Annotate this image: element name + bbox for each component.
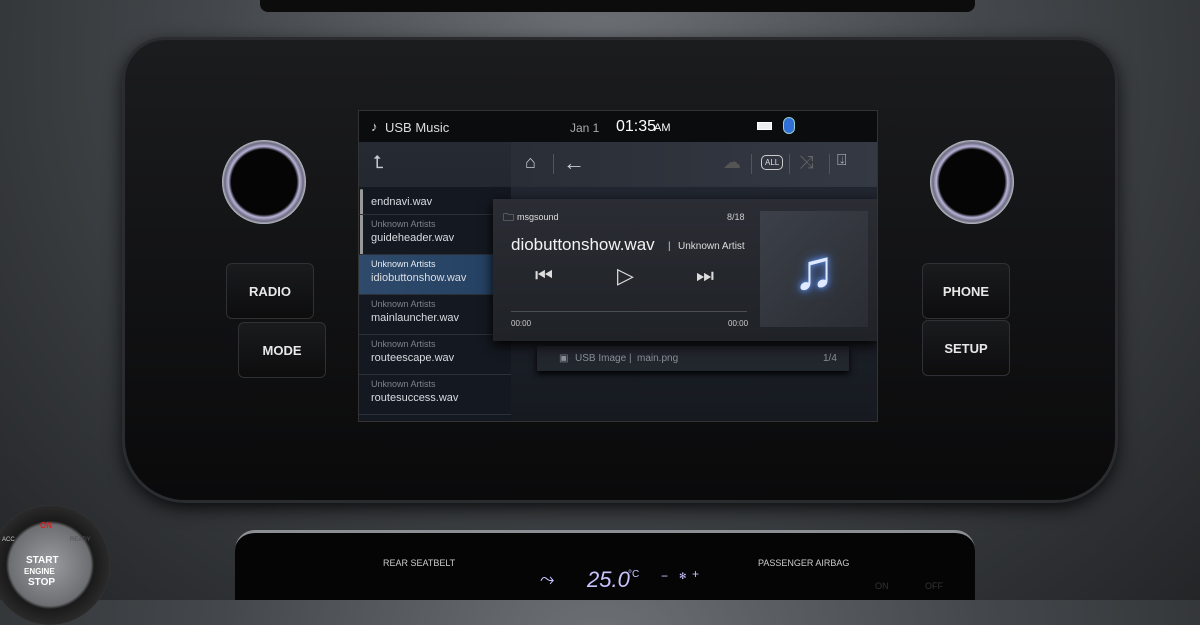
home-icon[interactable]: ⌂	[525, 152, 536, 173]
setup-button[interactable]: SETUP	[922, 320, 1010, 376]
shuffle-icon[interactable]: ⤨	[799, 152, 813, 173]
elapsed-time: 00:00	[511, 319, 532, 328]
list-item[interactable]: Unknown Artists mainlauncher.wav	[359, 295, 511, 335]
now-playing-card: 🗀 msgsound 8/18 diobuttonshow.wav | Unkn…	[493, 199, 877, 341]
image-bar[interactable]: ▣ USB Image | main.png 1/4	[537, 346, 849, 371]
separator: |	[629, 353, 632, 364]
artist-name: Unknown Artists	[371, 219, 436, 229]
file-name: guideheader.wav	[371, 232, 455, 244]
acc-indicator: ACC	[2, 537, 15, 543]
track-title: diobuttonshow.wav	[511, 235, 655, 254]
repeat-all-icon[interactable]: ALL	[761, 155, 784, 170]
track-index: 8/18	[727, 212, 745, 222]
volume-knob[interactable]	[222, 140, 306, 224]
divider	[553, 154, 554, 174]
date: Jan 1	[570, 121, 600, 135]
engine-start-stop-button[interactable]: ON ACC READY START ENGINE STOP	[0, 505, 110, 625]
play-button[interactable]: ▷	[617, 263, 634, 289]
file-name: idiobuttonshow.wav	[371, 272, 467, 284]
bluetooth-audio-icon	[783, 117, 795, 134]
rear-seatbelt-label: REAR SEATBELT	[383, 558, 456, 568]
temperature-unit: °C	[628, 569, 640, 580]
engine-label: ENGINE	[24, 567, 55, 576]
toolbar: ⌂ ← ☁ ALL ⤨ ⍗	[511, 142, 877, 187]
image-icon: ▣	[559, 353, 569, 364]
artist-name: Unknown Artists	[371, 299, 436, 309]
temperature-readout: 25.0	[587, 567, 630, 592]
previous-track-button[interactable]: ⏮	[535, 265, 553, 288]
climate-panel: REAR SEATBELT PASSENGER AIRBAG ⤳ 25.0 °C…	[235, 530, 975, 600]
airbag-off-label: OFF	[925, 581, 943, 591]
air-vent	[260, 0, 975, 12]
fan-icon: ✻	[679, 571, 687, 581]
list-item[interactable]: Unknown Artists routesuccess.wav	[359, 375, 511, 415]
artist-name: Unknown Artists	[371, 379, 436, 389]
divider	[789, 154, 790, 174]
list-item[interactable]: Unknown Artists guideheader.wav	[359, 215, 511, 255]
radio-button[interactable]: RADIO	[226, 263, 314, 319]
image-source-label: USB Image	[575, 353, 627, 364]
passenger-airbag-label: PASSENGER AIRBAG	[758, 558, 850, 568]
track-artist: Unknown Artist	[678, 241, 745, 252]
file-name: routeescape.wav	[371, 352, 455, 364]
file-name: mainlauncher.wav	[371, 312, 460, 324]
divider	[829, 154, 830, 174]
playlist-panel: ⮤ endnavi.wav Unknown Artists guideheader…	[359, 142, 511, 421]
artist-name: Unknown Artists	[371, 259, 436, 269]
music-note-icon: ♪	[371, 119, 378, 134]
phone-button[interactable]: PHONE	[922, 263, 1010, 319]
start-label: START	[26, 555, 59, 566]
on-indicator: ON	[40, 521, 52, 530]
file-name: endnavi.wav	[371, 196, 433, 208]
battery-icon	[757, 122, 772, 130]
duration-time: 00:00	[728, 319, 749, 328]
stop-label: STOP	[28, 577, 56, 588]
folder-icon: 🗀	[503, 212, 514, 224]
clock: 01:35	[616, 118, 657, 135]
album-art-music-note-icon: ♫	[760, 211, 868, 327]
infotainment-screen: ♪ USB Music Jan 1 01:35 AM ⮤ endnavi.wav…	[358, 110, 878, 422]
tune-knob[interactable]	[930, 140, 1014, 224]
progress-bar[interactable]	[511, 311, 747, 312]
melon-cloud-icon[interactable]: ☁	[723, 152, 741, 173]
mode-button[interactable]: MODE	[238, 322, 326, 378]
artist-name: Unknown Artists	[371, 339, 436, 349]
ready-indicator: READY	[70, 537, 91, 543]
folder-up-icon[interactable]: ⮤	[373, 152, 384, 173]
fan-minus: −	[661, 569, 669, 583]
list-item[interactable]: Unknown Artists routeescape.wav	[359, 335, 511, 375]
download-music-icon[interactable]: ⍗	[837, 152, 847, 170]
image-index: 1/4	[823, 353, 837, 364]
list-item[interactable]: endnavi.wav	[359, 187, 511, 215]
next-track-button[interactable]: ⏭	[696, 265, 714, 288]
folder-name: msgsound	[517, 212, 559, 222]
back-arrow-icon[interactable]: ←	[563, 150, 585, 176]
file-name: routesuccess.wav	[371, 392, 459, 404]
airflow-icon: ⤳	[540, 569, 555, 589]
separator: |	[668, 241, 671, 252]
source-title: USB Music	[385, 120, 450, 135]
list-item-selected[interactable]: Unknown Artists idiobuttonshow.wav	[359, 255, 511, 295]
airbag-on-label: ON	[875, 581, 889, 591]
fan-plus: +	[692, 567, 700, 581]
status-bar: ♪ USB Music Jan 1 01:35 AM	[359, 111, 877, 142]
clock-ampm: AM	[654, 122, 671, 134]
divider	[751, 154, 752, 174]
image-file-name: main.png	[637, 353, 679, 364]
